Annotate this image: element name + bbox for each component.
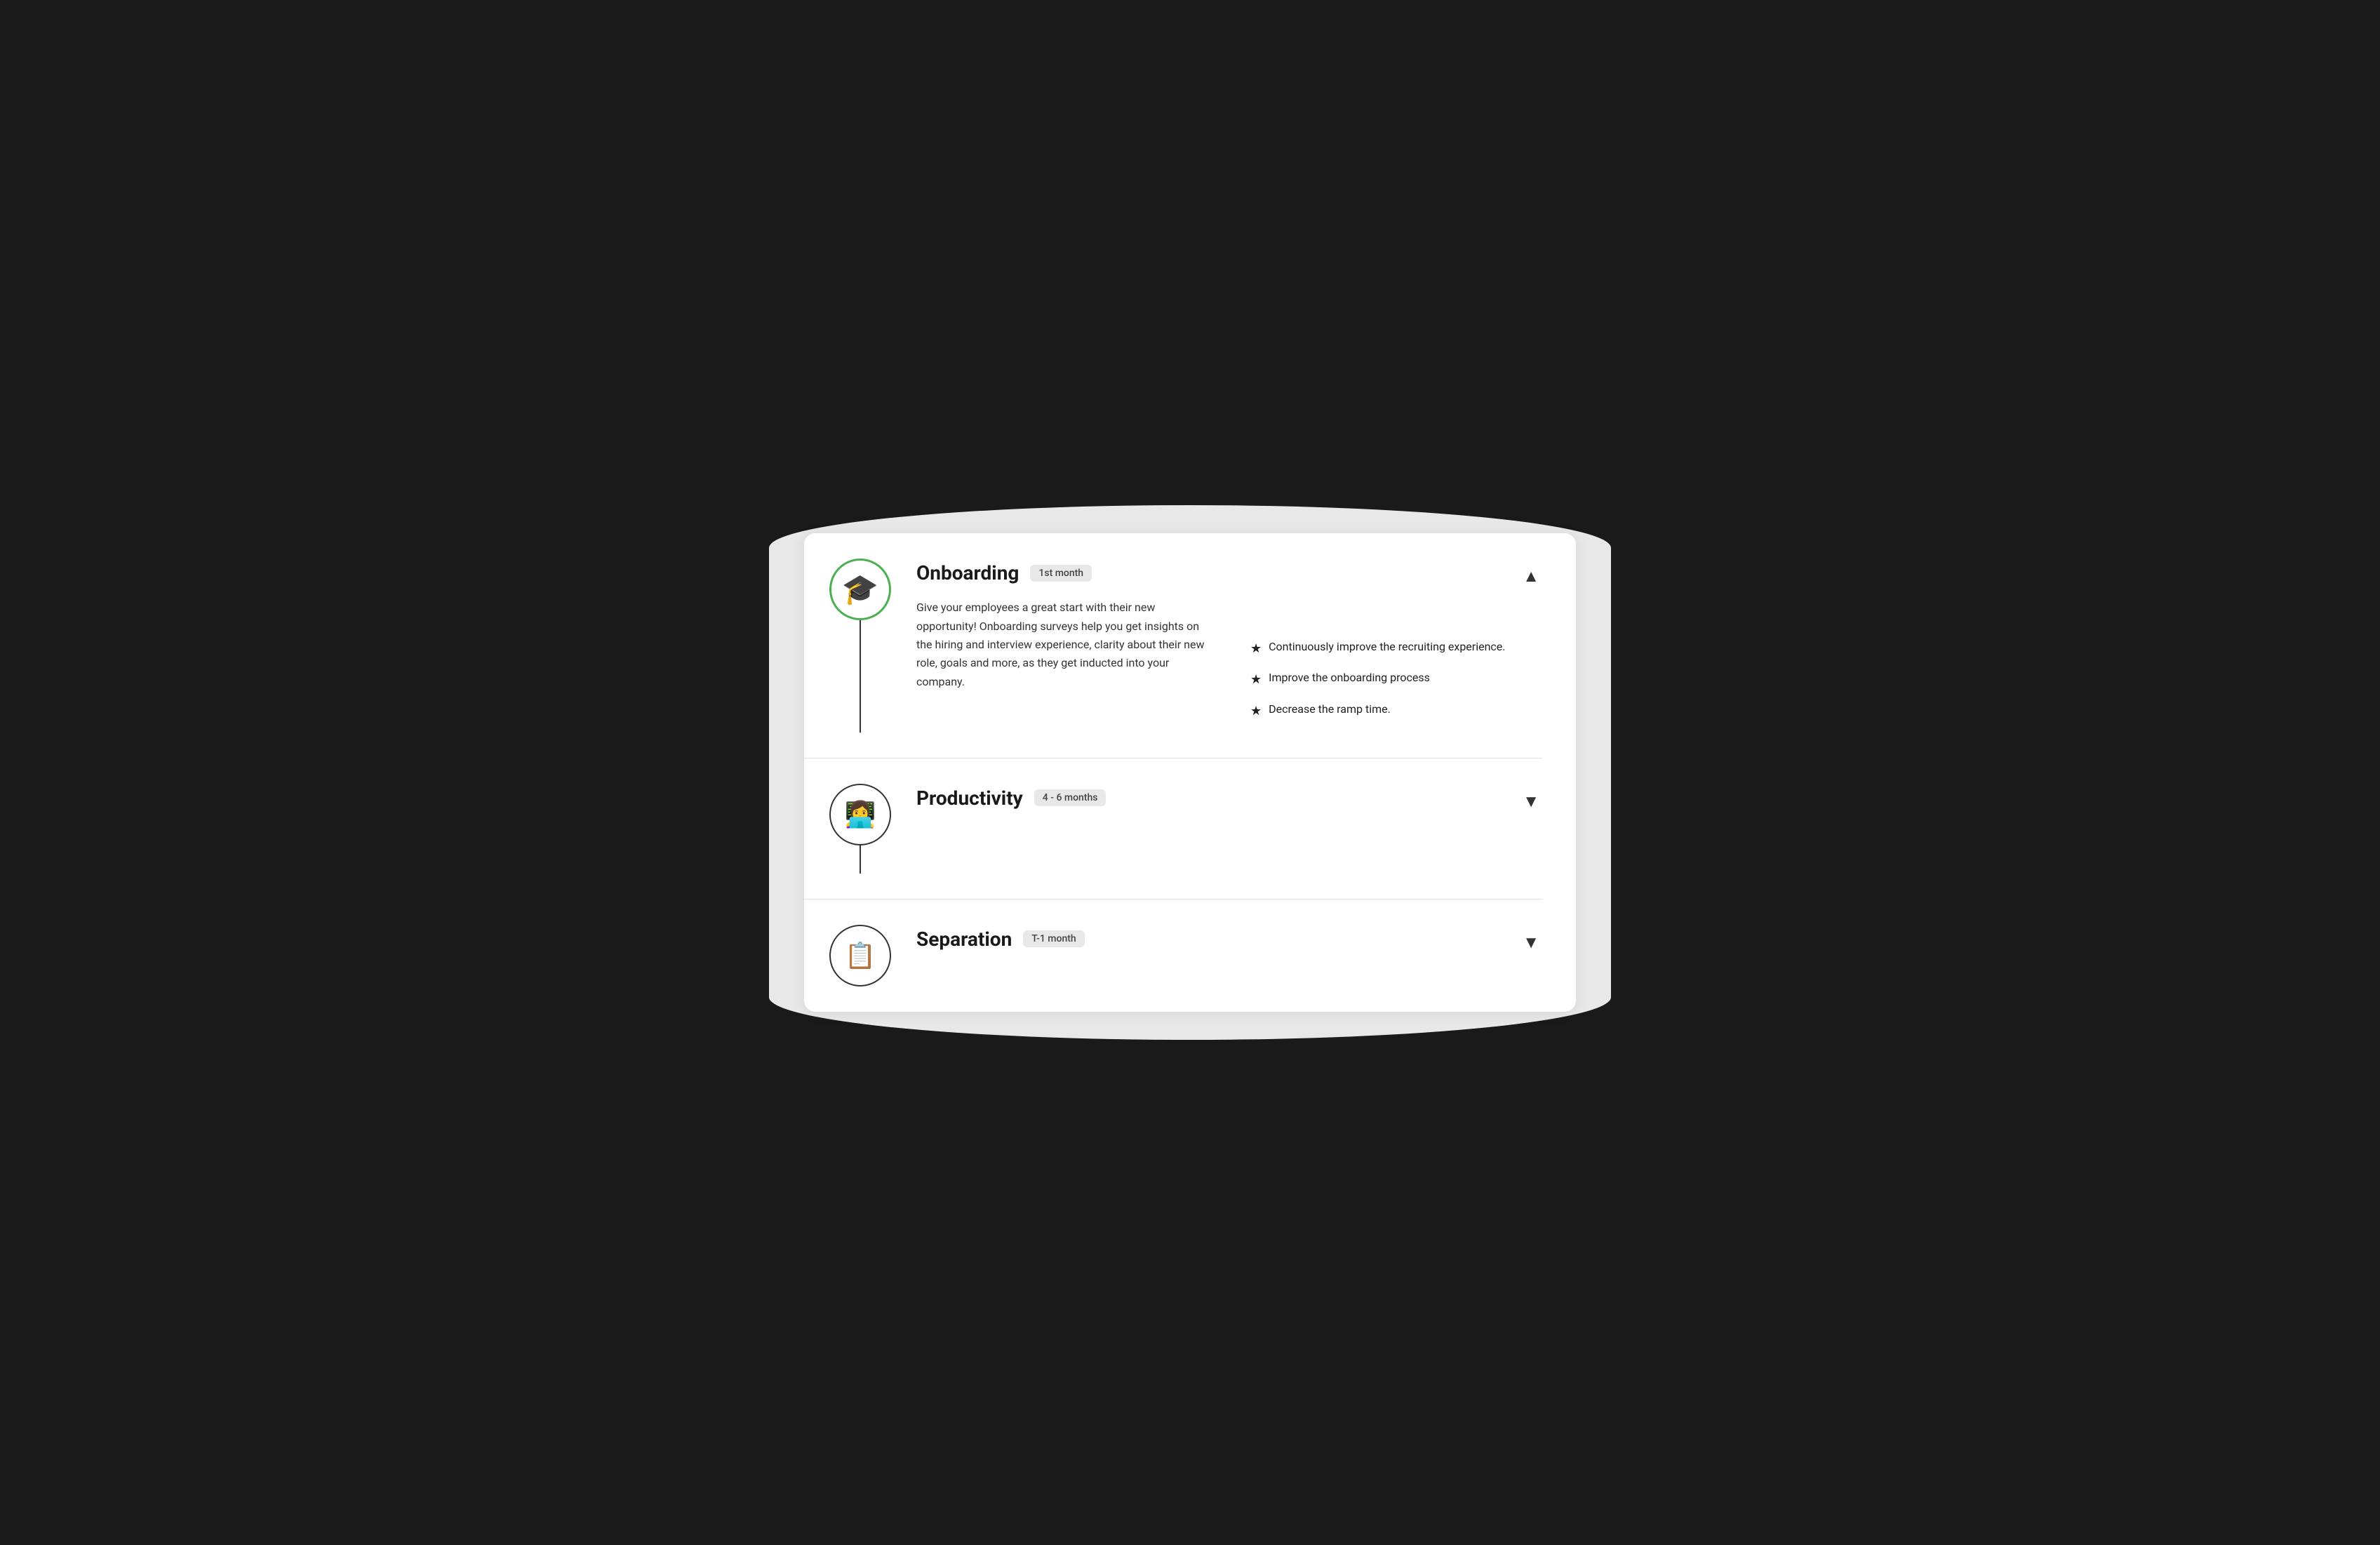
- benefit-item-1: ★ Continuously improve the recruiting ex…: [1250, 639, 1542, 657]
- separation-icon: 📋: [829, 925, 891, 986]
- separation-badge: T-1 month: [1023, 930, 1084, 947]
- screen-wrapper: 🎓 Onboarding 1st month ▲ Give your emplo…: [769, 505, 1611, 1040]
- separation-title: Separation: [916, 928, 1012, 951]
- star-icon-2: ★: [1250, 671, 1262, 688]
- onboarding-badge: 1st month: [1030, 565, 1092, 582]
- productivity-icon: 👩‍💻: [829, 784, 891, 845]
- timeline-onboarding: 🎓: [804, 559, 916, 733]
- onboarding-benefits: ★ Continuously improve the recruiting ex…: [1250, 598, 1542, 733]
- separation-header: Separation T-1 month: [916, 928, 1085, 951]
- onboarding-benefits-list: ★ Continuously improve the recruiting ex…: [1250, 639, 1542, 720]
- productivity-badge: 4 - 6 months: [1034, 789, 1107, 806]
- productivity-header: Productivity 4 - 6 months: [916, 787, 1106, 810]
- onboarding-chevron-button[interactable]: ▲: [1520, 564, 1542, 589]
- separation-section: 📋 Separation T-1 month ▼: [804, 899, 1576, 1012]
- benefit-text-1: Continuously improve the recruiting expe…: [1269, 639, 1505, 655]
- separation-body: Separation T-1 month ▼: [916, 925, 1542, 965]
- onboarding-body: Onboarding 1st month ▲ Give your employe…: [916, 559, 1542, 733]
- benefit-item-2: ★ Improve the onboarding process: [1250, 670, 1542, 688]
- productivity-chevron-button[interactable]: ▼: [1520, 789, 1542, 815]
- productivity-body: Productivity 4 - 6 months ▼: [916, 784, 1542, 824]
- onboarding-text: Give your employees a great start with t…: [916, 598, 1208, 691]
- star-icon-1: ★: [1250, 640, 1262, 657]
- onboarding-expanded: Give your employees a great start with t…: [916, 598, 1542, 733]
- main-card: 🎓 Onboarding 1st month ▲ Give your emplo…: [804, 533, 1576, 1012]
- productivity-title: Productivity: [916, 787, 1023, 810]
- onboarding-header: Onboarding 1st month: [916, 561, 1092, 584]
- benefit-item-3: ★ Decrease the ramp time.: [1250, 702, 1542, 720]
- onboarding-section: 🎓 Onboarding 1st month ▲ Give your emplo…: [804, 533, 1576, 758]
- productivity-section: 👩‍💻 Productivity 4 - 6 months ▼: [804, 758, 1576, 899]
- onboarding-icon: 🎓: [829, 559, 891, 620]
- benefit-text-3: Decrease the ramp time.: [1269, 702, 1391, 717]
- timeline-separation: 📋: [804, 925, 916, 986]
- onboarding-description: Give your employees a great start with t…: [916, 598, 1208, 733]
- separation-chevron-button[interactable]: ▼: [1520, 930, 1542, 956]
- onboarding-title: Onboarding: [916, 561, 1019, 584]
- star-icon-3: ★: [1250, 702, 1262, 720]
- timeline-productivity: 👩‍💻: [804, 784, 916, 874]
- benefit-text-2: Improve the onboarding process: [1269, 670, 1430, 685]
